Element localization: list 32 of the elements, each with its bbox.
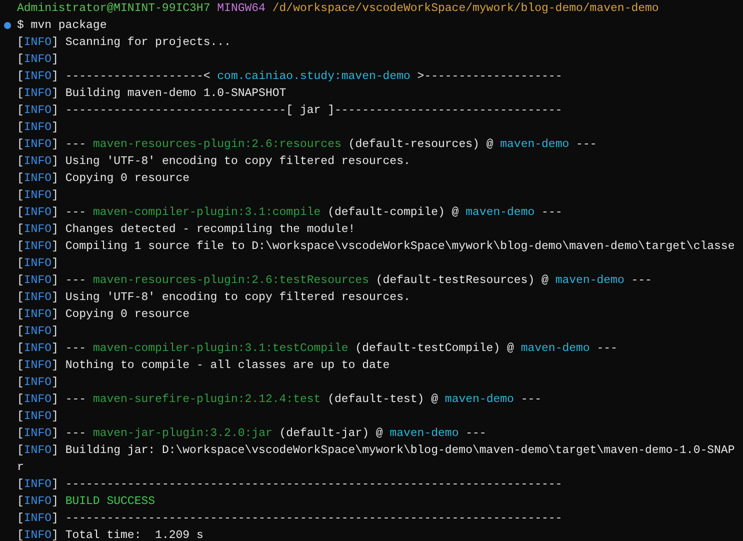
log-line: r [17, 460, 24, 476]
log-line: [INFO] [17, 256, 58, 272]
log-line: [INFO] Copying 0 resource [17, 307, 190, 323]
log-line: [INFO] --- maven-compiler-plugin:3.1:compile (default-compile) @ maven-demo --- [17, 205, 562, 221]
log-line: [INFO] BUILD SUCCESS [17, 494, 156, 510]
log-line: [INFO] --- maven-resources-plugin:2.6:testResources (default-testResources) @ maven-demo --- [17, 273, 652, 289]
log-line: [INFO] Compiling 1 source file to D:\workspace\vscodeWorkSpace\mywork\blog-demo\maven-demo\target\classe [17, 239, 735, 255]
log-line: [INFO] Changes detected - recompiling the module! [17, 222, 356, 238]
log-line: [INFO] --- maven-compiler-plugin:3.1:testCompile (default-testCompile) @ maven-demo --- [17, 341, 618, 357]
log-line: [INFO] [17, 409, 58, 425]
log-line: [INFO] [17, 375, 58, 391]
log-line: [INFO] Using 'UTF-8' encoding to copy filtered resources. [17, 154, 410, 170]
command-line: $ mvn package [17, 18, 107, 34]
log-line: [INFO] --- maven-surefire-plugin:2.12.4:test (default-test) @ maven-demo --- [17, 392, 542, 408]
log-line: [INFO] Building maven-demo 1.0-SNAPSHOT [17, 86, 286, 102]
log-line: [INFO] Scanning for projects... [17, 35, 231, 51]
log-line: [INFO] --- maven-jar-plugin:3.2.0:jar (default-jar) @ maven-demo --- [17, 426, 486, 442]
prompt-line: Administrator@MININT-99IC3H7 MINGW64 /d/workspace/vscodeWorkSpace/mywork/blog-demo/maven-demo [17, 1, 659, 17]
log-line: [INFO] --------------------------------[ jar ]--------------------------------- [17, 103, 562, 119]
log-line: [INFO] [17, 120, 58, 136]
log-line: [INFO] ------------------------------------------------------------------------ [17, 477, 562, 493]
log-line: [INFO] --- maven-resources-plugin:2.6:resources (default-resources) @ maven-demo --- [17, 137, 597, 153]
log-line: [INFO] --------------------< com.cainiao.study:maven-demo >-------------------- [17, 69, 562, 85]
log-line: [INFO] Total time: 1.209 s [17, 528, 204, 541]
log-line: [INFO] [17, 188, 58, 204]
log-line: [INFO] ------------------------------------------------------------------------ [17, 511, 562, 527]
log-line: [INFO] Building jar: D:\workspace\vscodeWorkSpace\mywork\blog-demo\maven-demo\target\maven-demo-1.0-SNAP [17, 443, 735, 459]
log-line: [INFO] Nothing to compile - all classes are up to date [17, 358, 390, 374]
log-line: [INFO] Using 'UTF-8' encoding to copy filtered resources. [17, 290, 410, 306]
log-line: [INFO] Copying 0 resource [17, 171, 190, 187]
log-line: [INFO] [17, 52, 58, 68]
log-line: [INFO] [17, 324, 58, 340]
